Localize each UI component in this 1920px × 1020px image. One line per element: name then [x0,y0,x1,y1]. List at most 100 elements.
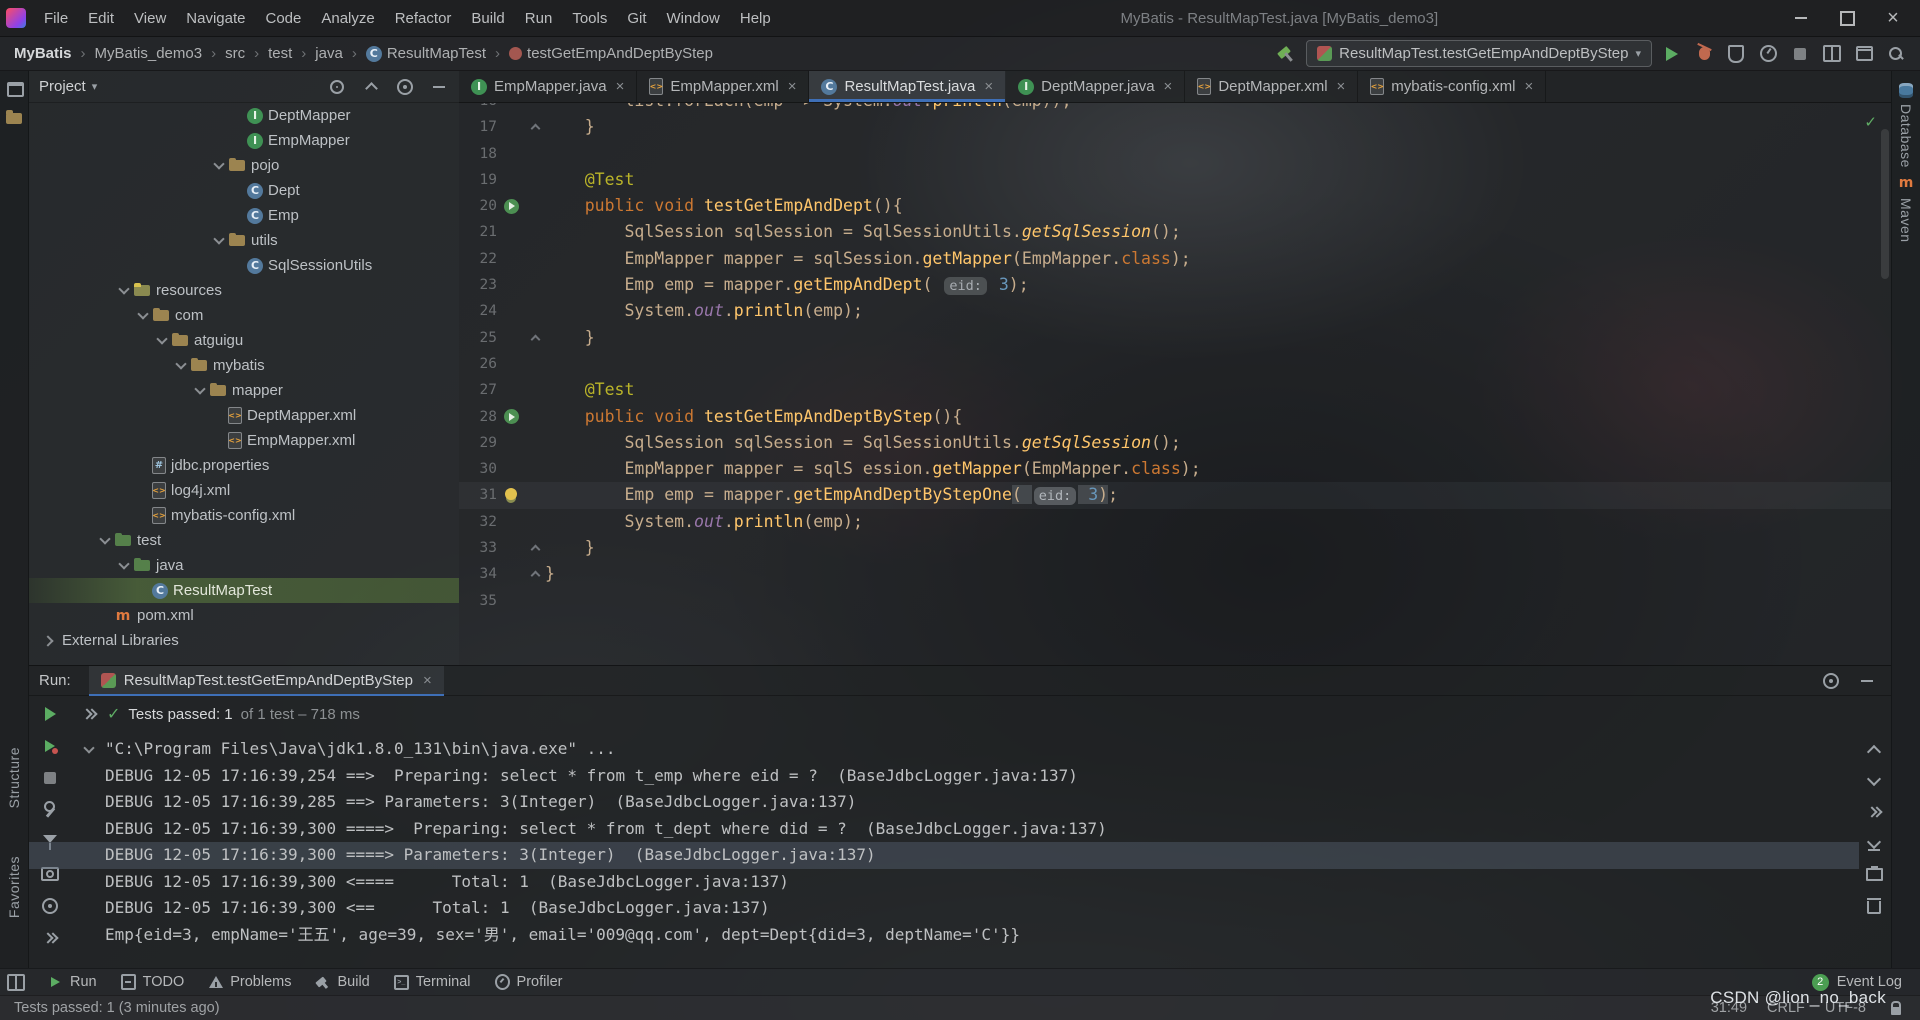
editor-tab-mybatis-config.xml[interactable]: mybatis-config.xml× [1358,71,1546,102]
console-line[interactable]: Emp{eid=3, empName='王五', age=39, sex='男'… [29,922,1859,949]
tree-item-pojo[interactable]: pojo [29,153,459,178]
console-line[interactable]: DEBUG 12-05 17:16:39,254 ==> Preparing: … [29,763,1859,790]
hide-toolbar-icon[interactable] [79,704,99,724]
scrollbar-thumb[interactable] [1881,129,1889,279]
breadcrumb-item[interactable]: src [223,43,247,64]
editor-scrollbar[interactable] [1879,103,1891,665]
tree-item-empmapper-xml[interactable]: EmpMapper.xml [29,428,459,453]
close-icon[interactable]: × [1164,78,1173,95]
tree-item-atguigu[interactable]: atguigu [29,328,459,353]
profiler-icon[interactable] [1758,44,1778,64]
clear-icon[interactable] [1864,895,1884,915]
database-icon[interactable] [1899,83,1913,98]
close-icon[interactable]: × [423,672,432,689]
menu-window[interactable]: Window [657,0,730,37]
tool-window-button-build[interactable]: Build [303,969,381,996]
intention-bulb-icon[interactable] [505,488,517,500]
scroll-end-icon[interactable] [1864,833,1884,853]
tree-item-mybatis-config-xml[interactable]: mybatis-config.xml [29,503,459,528]
menu-edit[interactable]: Edit [78,0,124,37]
chevron-down-icon[interactable] [194,383,205,394]
editor-tab-empmapper.xml[interactable]: EmpMapper.xml× [637,71,809,102]
tool-window-button-todo[interactable]: TODO [109,969,197,996]
fold-icon[interactable] [530,334,540,344]
run-icon[interactable] [1662,44,1682,64]
minus-icon[interactable] [429,77,449,97]
menu-build[interactable]: Build [461,0,514,37]
maven-tool-button[interactable]: Maven [1898,198,1914,243]
chevron-down-icon[interactable] [213,233,224,244]
maximize-icon[interactable] [1824,0,1870,37]
tree-item-deptmapper[interactable]: DeptMapper [29,103,459,128]
tool-windows-grid-icon[interactable] [6,972,26,992]
down-icon[interactable] [1864,771,1884,791]
minimize-icon[interactable] [1778,0,1824,37]
tree-chevron-slot[interactable] [115,563,133,568]
tree-item-jdbc-properties[interactable]: jdbc.properties [29,453,459,478]
editor-tab-deptmapper.java[interactable]: DeptMapper.java× [1006,71,1185,102]
favorites-tool-button[interactable]: Favorites [6,856,22,918]
tool-window-button-profiler[interactable]: Profiler [483,969,575,996]
tree-chevron-slot[interactable] [153,338,171,343]
fold-icon[interactable] [530,545,540,555]
console-line[interactable]: "C:\Program Files\Java\jdk1.8.0_131\bin\… [29,736,1859,763]
tree-item-dept[interactable]: Dept [29,178,459,203]
menu-tools[interactable]: Tools [562,0,617,37]
tree-chevron-slot[interactable] [134,313,152,318]
tree-chevron-slot[interactable] [96,538,114,543]
lock-icon[interactable] [1886,998,1906,1018]
project-folder-icon[interactable] [5,109,23,127]
fold-icon[interactable] [530,124,540,134]
minus-icon[interactable] [1857,671,1877,691]
tree-item-mapper[interactable]: mapper [29,378,459,403]
tree-item-emp[interactable]: Emp [29,203,459,228]
breadcrumb-item[interactable]: ResultMapTest [364,43,488,64]
menu-git[interactable]: Git [617,0,656,37]
tree-item-com[interactable]: com [29,303,459,328]
rerun-icon[interactable] [40,704,60,724]
editor-tab-deptmapper.xml[interactable]: DeptMapper.xml× [1185,71,1358,102]
menu-code[interactable]: Code [255,0,311,37]
structure-tool-button[interactable]: Structure [6,747,22,808]
chevrons-icon[interactable] [1864,802,1884,822]
winbox-icon[interactable] [1854,44,1874,64]
up-icon[interactable] [1864,740,1884,760]
maven-icon[interactable] [1897,174,1915,192]
breadcrumb-item[interactable]: java [313,43,345,64]
chevron-down-icon[interactable] [137,308,148,319]
project-panel-title[interactable]: Project [39,78,86,95]
chevron-down-icon[interactable] [118,558,129,569]
chevron-right-icon[interactable] [42,635,53,646]
editor-tab-empmapper.java[interactable]: EmpMapper.java× [459,71,637,102]
close-icon[interactable]: × [1337,78,1346,95]
tree-item-resultmaptest[interactable]: ResultMapTest [29,578,459,603]
print-icon[interactable] [1864,864,1884,884]
menu-run[interactable]: Run [515,0,563,37]
breadcrumb-item[interactable]: MyBatis [12,43,74,64]
menu-analyze[interactable]: Analyze [311,0,384,37]
tree-item-external-libraries[interactable]: External Libraries [29,628,459,653]
code-editor[interactable]: 16 list.forEach(emp -> System.out.printl… [459,103,1891,665]
chevron-down-icon[interactable]: ▾ [92,80,98,93]
grid-icon[interactable] [1822,44,1842,64]
close-icon[interactable]: × [1525,78,1534,95]
tree-chevron-slot[interactable] [172,363,190,368]
tree-chevron-slot[interactable] [39,637,57,645]
console-line[interactable]: DEBUG 12-05 17:16:39,300 ====> Parameter… [29,842,1859,869]
build-hammer-icon[interactable] [1276,44,1296,64]
close-icon[interactable]: × [616,78,625,95]
chevron-down-icon[interactable] [118,283,129,294]
close-icon[interactable]: × [788,78,797,95]
editor-tab-resultmaptest.java[interactable]: ResultMapTest.java× [809,71,1006,102]
tree-item-java[interactable]: java [29,553,459,578]
tool-window-button-run[interactable]: Run [36,969,109,996]
tool-window-button-terminal[interactable]: Terminal [382,969,483,996]
chevron-down-icon[interactable] [175,358,186,369]
tree-item-deptmapper-xml[interactable]: DeptMapper.xml [29,403,459,428]
breadcrumb-item[interactable]: testGetEmpAndDeptByStep [507,43,715,64]
run-test-icon[interactable] [504,199,519,214]
run-tab[interactable]: ResultMapTest.testGetEmpAndDeptByStep × [89,666,444,696]
coverage-icon[interactable] [1726,44,1746,64]
tool-window-icon[interactable] [5,79,25,99]
tool-window-button-problems[interactable]: Problems [196,969,303,996]
